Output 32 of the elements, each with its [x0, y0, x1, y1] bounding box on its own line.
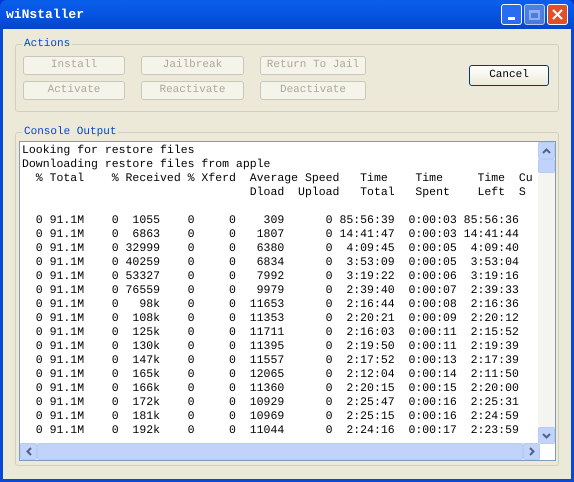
maximize-button[interactable] — [524, 4, 545, 25]
console-line: 0 91.1M 0 40259 0 0 6834 0 3:53:09 0:00:05 3:53:04 — [34, 256, 519, 270]
minimize-button[interactable] — [501, 4, 522, 25]
console-line: 0 91.1M 0 98k 0 0 11653 0 2:16:44 0:00:08 2:16:36 — [34, 298, 519, 312]
console-line: 0 91.1M 0 147k 0 0 11557 0 2:17:52 0:00:13 2:17:39 — [34, 354, 519, 368]
cancel-button[interactable]: Cancel — [469, 65, 549, 86]
console-line: 0 91.1M 0 53327 0 0 7992 0 3:19:22 0:00:06 3:19:16 — [34, 270, 519, 284]
console-line: Downloading restore files from apple — [22, 158, 270, 172]
console-line: 0 91.1M 0 1055 0 0 309 0 85:56:39 0:00:03 85:56:36 — [34, 214, 519, 228]
scroll-right-icon[interactable] — [523, 443, 540, 460]
console-line: 0 91.1M 0 32999 0 0 6380 0 4:09:45 0:00:05 4:09:40 — [34, 242, 519, 256]
console-line: 0 91.1M 0 172k 0 0 10929 0 2:25:47 0:00:16 2:25:31 — [34, 396, 519, 410]
console-line: Dload Upload Total Spent Left S — [248, 186, 526, 200]
console-line: 0 91.1M 0 125k 0 0 11711 0 2:16:03 0:00:11 2:15:52 — [34, 326, 519, 340]
scroll-thumb[interactable] — [538, 159, 555, 173]
scroll-left-icon[interactable] — [20, 443, 37, 460]
scroll-down-icon[interactable] — [538, 427, 555, 444]
close-button[interactable] — [547, 4, 568, 25]
close-icon — [552, 9, 563, 20]
console-line: 0 91.1M 0 192k 0 0 11044 0 2:24:16 0:00:17 2:23:59 — [34, 424, 519, 438]
console-line: 0 91.1M 0 166k 0 0 11360 0 2:20:15 0:00:15 2:20:00 — [34, 382, 519, 396]
console-line: 0 91.1M 0 130k 0 0 11395 0 2:19:50 0:00:11 2:19:39 — [34, 340, 519, 354]
scroll-up-icon[interactable] — [538, 142, 555, 159]
console-line: 0 91.1M 0 76559 0 0 9979 0 2:39:40 0:00:07 2:39:33 — [34, 284, 519, 298]
console-line: 0 91.1M 0 108k 0 0 11353 0 2:20:21 0:00:09 2:20:12 — [34, 312, 519, 326]
vertical-scrollbar[interactable] — [538, 142, 555, 444]
console-line: 0 91.1M 0 181k 0 0 10969 0 2:25:15 0:00:16 2:24:59 — [34, 410, 519, 424]
window-title: wiNstaller — [6, 6, 84, 24]
console-line: 0 91.1M 0 165k 0 0 12065 0 2:12:04 0:00:14 2:11:50 — [34, 368, 519, 382]
console-line: Looking for restore files — [22, 144, 195, 158]
console-line: 0 91.1M 0 6863 0 0 1807 0 14:41:47 0:00:03 14:41:44 — [34, 228, 519, 242]
console-line: % Total % Received % Xferd Average Speed Time Time Time Cu — [34, 172, 533, 186]
